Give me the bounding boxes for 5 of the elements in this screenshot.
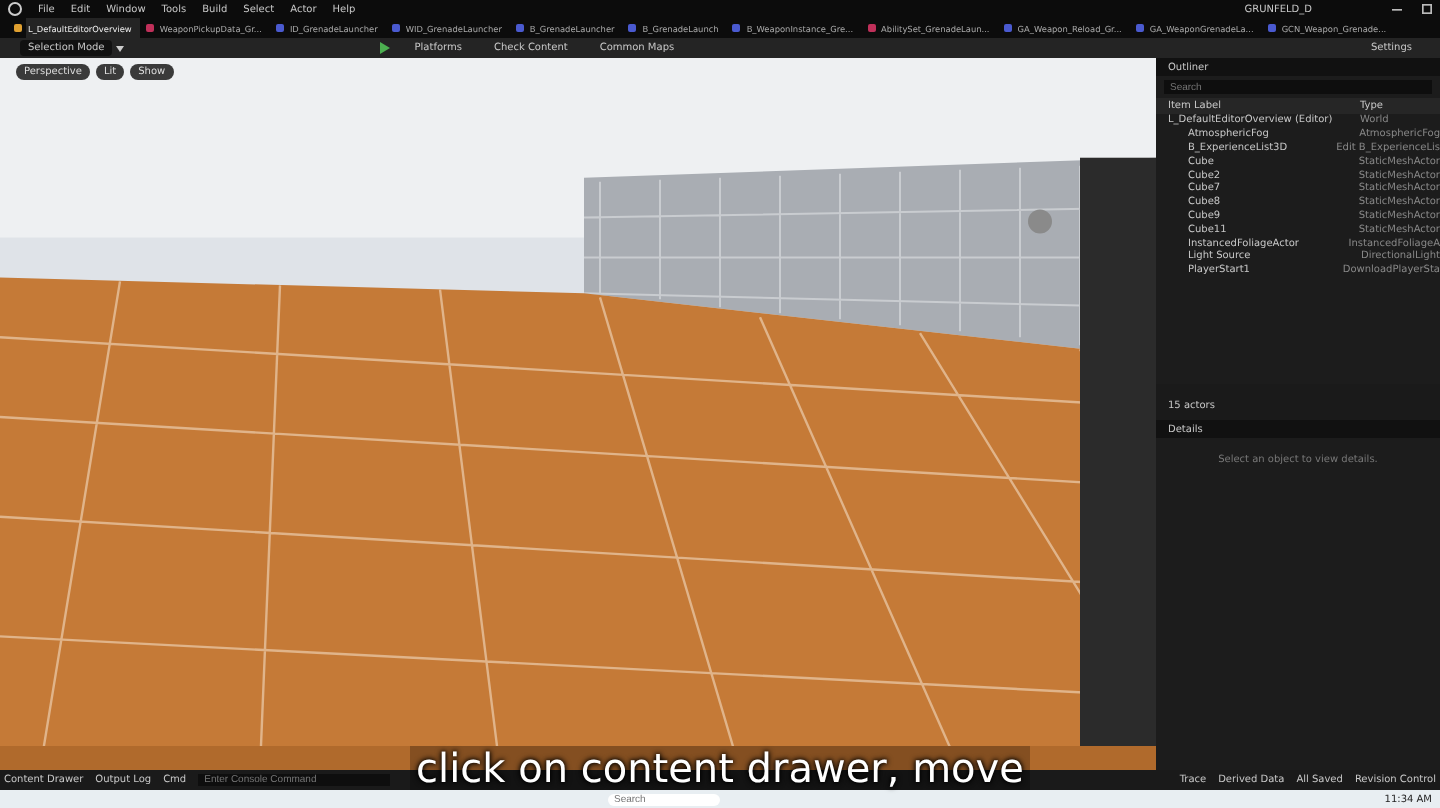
maximize-icon[interactable] — [1422, 4, 1432, 14]
caret-icon[interactable] — [116, 45, 125, 51]
app-logo-icon — [8, 2, 22, 16]
caption: click on content drawer, move — [410, 746, 1030, 790]
minimize-icon[interactable] — [1392, 4, 1402, 14]
